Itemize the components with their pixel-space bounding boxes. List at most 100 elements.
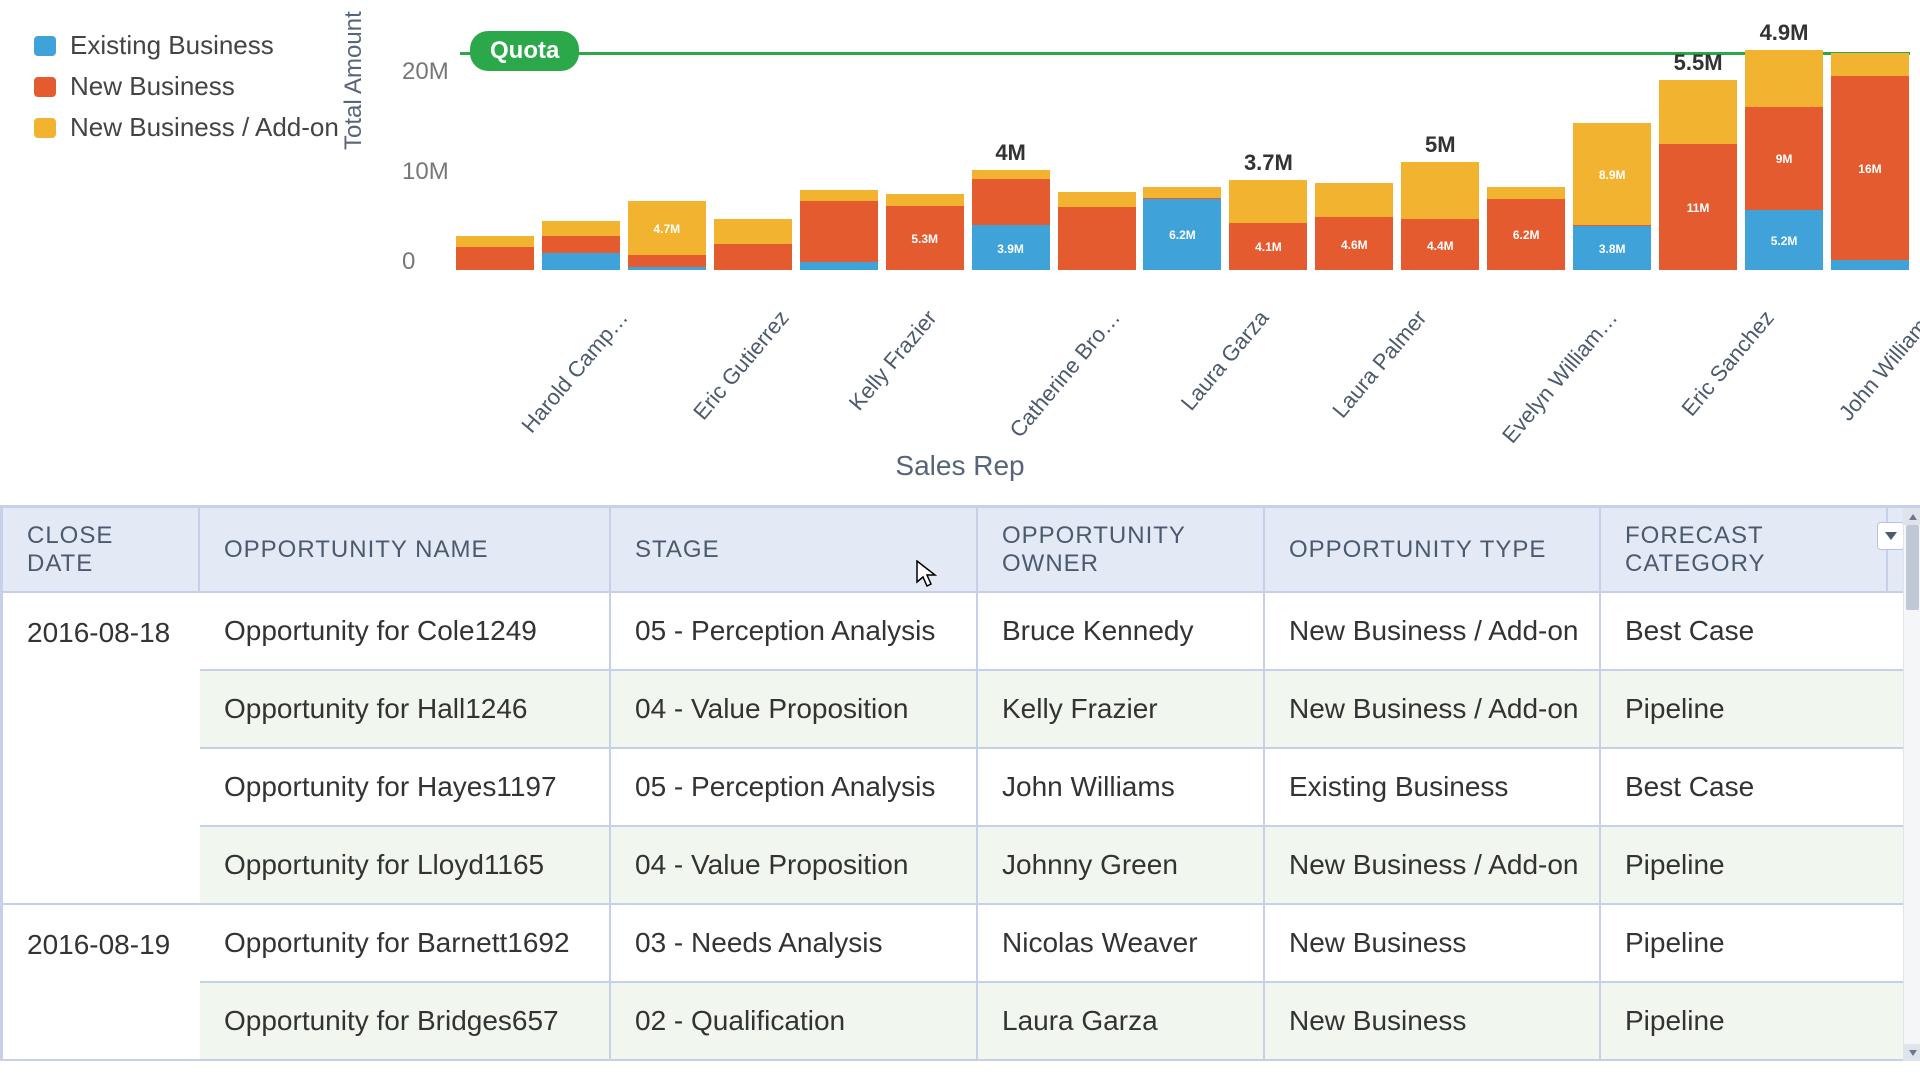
table-body: 2016-08-18Opportunity for Cole124905 - P… xyxy=(3,593,1920,1061)
x-axis-title: Sales Rep xyxy=(0,450,1920,482)
bar[interactable] xyxy=(799,40,879,270)
scroll-up-button[interactable] xyxy=(1904,508,1920,525)
bar-value-label: 5M xyxy=(1400,132,1480,158)
bar-seg-new xyxy=(628,255,706,267)
cell: Pipeline xyxy=(1601,905,1888,981)
cell: Opportunity for Hayes1197 xyxy=(200,749,611,825)
bar[interactable] xyxy=(455,40,535,270)
chart-zone: Existing Business New Business New Busin… xyxy=(0,0,1920,505)
bar-seg-new xyxy=(1058,207,1136,270)
cell: Johnny Green xyxy=(978,827,1265,903)
cell: New Business / Add-on xyxy=(1265,827,1601,903)
bar-seg-new: 4.1M xyxy=(1229,223,1307,270)
bar[interactable] xyxy=(713,40,793,270)
y-tick: 20M xyxy=(402,58,449,86)
bar[interactable] xyxy=(541,40,621,270)
bar-seg-addon xyxy=(800,190,878,202)
cell: Best Case xyxy=(1601,749,1888,825)
bar-seg-addon xyxy=(542,221,620,236)
cell: New Business / Add-on xyxy=(1265,593,1601,669)
bar-seg-new xyxy=(542,236,620,253)
table-group: 2016-08-18Opportunity for Cole124905 - P… xyxy=(3,593,1920,905)
bar-value-label: 4M xyxy=(971,140,1051,166)
cell: Opportunity for Bridges657 xyxy=(200,983,611,1059)
table-options-button[interactable] xyxy=(1877,522,1905,550)
bar-seg-addon xyxy=(456,236,534,248)
bar-seg-exist: 3.8M xyxy=(1573,226,1651,270)
col-owner[interactable]: Opportunity Owner xyxy=(978,508,1265,591)
table-group: 2016-08-19Opportunity for Barnett169203 … xyxy=(3,905,1920,1061)
cell: Best Case xyxy=(1601,593,1888,669)
table-row[interactable]: Opportunity for Hall124604 - Value Propo… xyxy=(200,671,1920,749)
bar-seg-new: 4.4M xyxy=(1401,219,1479,270)
table-row[interactable]: Opportunity for Hayes119705 - Perception… xyxy=(200,749,1920,827)
bar[interactable] xyxy=(1057,40,1137,270)
cell: Pipeline xyxy=(1601,983,1888,1059)
bar-value-label: 5.5M xyxy=(1658,50,1738,76)
bar-seg-exist: 6.2M xyxy=(1143,199,1221,270)
bar-seg-new: 6.2M xyxy=(1487,199,1565,270)
scroll-thumb[interactable] xyxy=(1906,525,1919,610)
col-type[interactable]: Opportunity Type xyxy=(1265,508,1601,591)
bar-seg-addon xyxy=(1401,162,1479,220)
bar[interactable]: 5M 4.4M xyxy=(1400,40,1480,270)
bar[interactable]: 5.3M xyxy=(885,40,965,270)
bar-seg-addon xyxy=(1831,53,1909,76)
table-row[interactable]: Opportunity for Barnett169203 - Needs An… xyxy=(200,905,1920,983)
bar[interactable]: 16M xyxy=(1830,40,1910,270)
scroll-down-button[interactable] xyxy=(1904,1044,1920,1061)
bar[interactable]: 4.7M xyxy=(627,40,707,270)
legend-swatch-addon xyxy=(34,118,56,138)
bar-seg-addon xyxy=(1659,80,1737,143)
bar-seg-new xyxy=(456,247,534,270)
cell: Pipeline xyxy=(1601,827,1888,903)
legend-label: New Business xyxy=(70,71,235,102)
bar-seg-addon xyxy=(886,194,964,206)
bar-seg-new xyxy=(714,244,792,270)
legend-addon[interactable]: New Business / Add-on xyxy=(34,112,339,143)
bar-seg-addon xyxy=(972,170,1050,179)
cell: Pipeline xyxy=(1601,671,1888,747)
bar-seg-addon xyxy=(1058,192,1136,207)
cell: New Business xyxy=(1265,983,1601,1059)
bar-seg-addon xyxy=(1745,50,1823,106)
cell: Opportunity for Lloyd1165 xyxy=(200,827,611,903)
table-row[interactable]: Opportunity for Cole124905 - Perception … xyxy=(200,593,1920,671)
bar-seg-exist xyxy=(1831,260,1909,270)
bar-seg-addon xyxy=(1143,187,1221,197)
scrollbar[interactable] xyxy=(1903,508,1920,1061)
bar-seg-addon xyxy=(714,219,792,243)
bar-seg-new: 9M xyxy=(1745,107,1823,211)
bar[interactable]: 6.2M xyxy=(1143,40,1223,270)
bar[interactable]: 3.7M4.1M xyxy=(1228,40,1308,270)
col-close-date[interactable]: Close Date xyxy=(3,508,200,591)
chart-plot: 4.7M5.3M4M3.9M6.2M3.7M4.1M4.6M5M4.4M6.2M… xyxy=(455,40,1910,270)
bar[interactable]: 8.9M3.8M xyxy=(1572,40,1652,270)
legend-swatch-new xyxy=(34,77,56,97)
bar-seg-new xyxy=(800,201,878,262)
cell: Opportunity for Barnett1692 xyxy=(200,905,611,981)
bar-seg-exist xyxy=(800,262,878,270)
col-fcat[interactable]: Forecast Category xyxy=(1601,508,1888,591)
cell: 02 - Qualification xyxy=(611,983,978,1059)
bar[interactable]: 4.6M xyxy=(1314,40,1394,270)
legend-label: Existing Business xyxy=(70,30,274,61)
cell: Kelly Frazier xyxy=(978,671,1265,747)
legend-existing[interactable]: Existing Business xyxy=(34,30,339,61)
bar[interactable]: 6.2M xyxy=(1486,40,1566,270)
bar-seg-new: 5.3M xyxy=(886,206,964,270)
table-row[interactable]: Opportunity for Bridges65702 - Qualifica… xyxy=(200,983,1920,1061)
y-tick: 0 xyxy=(402,248,415,276)
legend-new[interactable]: New Business xyxy=(34,71,339,102)
cell: 05 - Perception Analysis xyxy=(611,749,978,825)
cell: New Business / Add-on xyxy=(1265,671,1601,747)
col-opp-name[interactable]: Opportunity Name xyxy=(200,508,611,591)
bar-seg-addon xyxy=(1487,187,1565,199)
bar[interactable]: 4M3.9M xyxy=(971,40,1051,270)
col-stage[interactable]: Stage xyxy=(611,508,978,591)
bar[interactable]: 5.5M11M xyxy=(1658,40,1738,270)
bar[interactable]: 4.9M9M5.2M xyxy=(1744,40,1824,270)
table-row[interactable]: Opportunity for Lloyd116504 - Value Prop… xyxy=(200,827,1920,905)
bar-seg-new xyxy=(972,179,1050,225)
legend-swatch-existing xyxy=(34,36,56,56)
